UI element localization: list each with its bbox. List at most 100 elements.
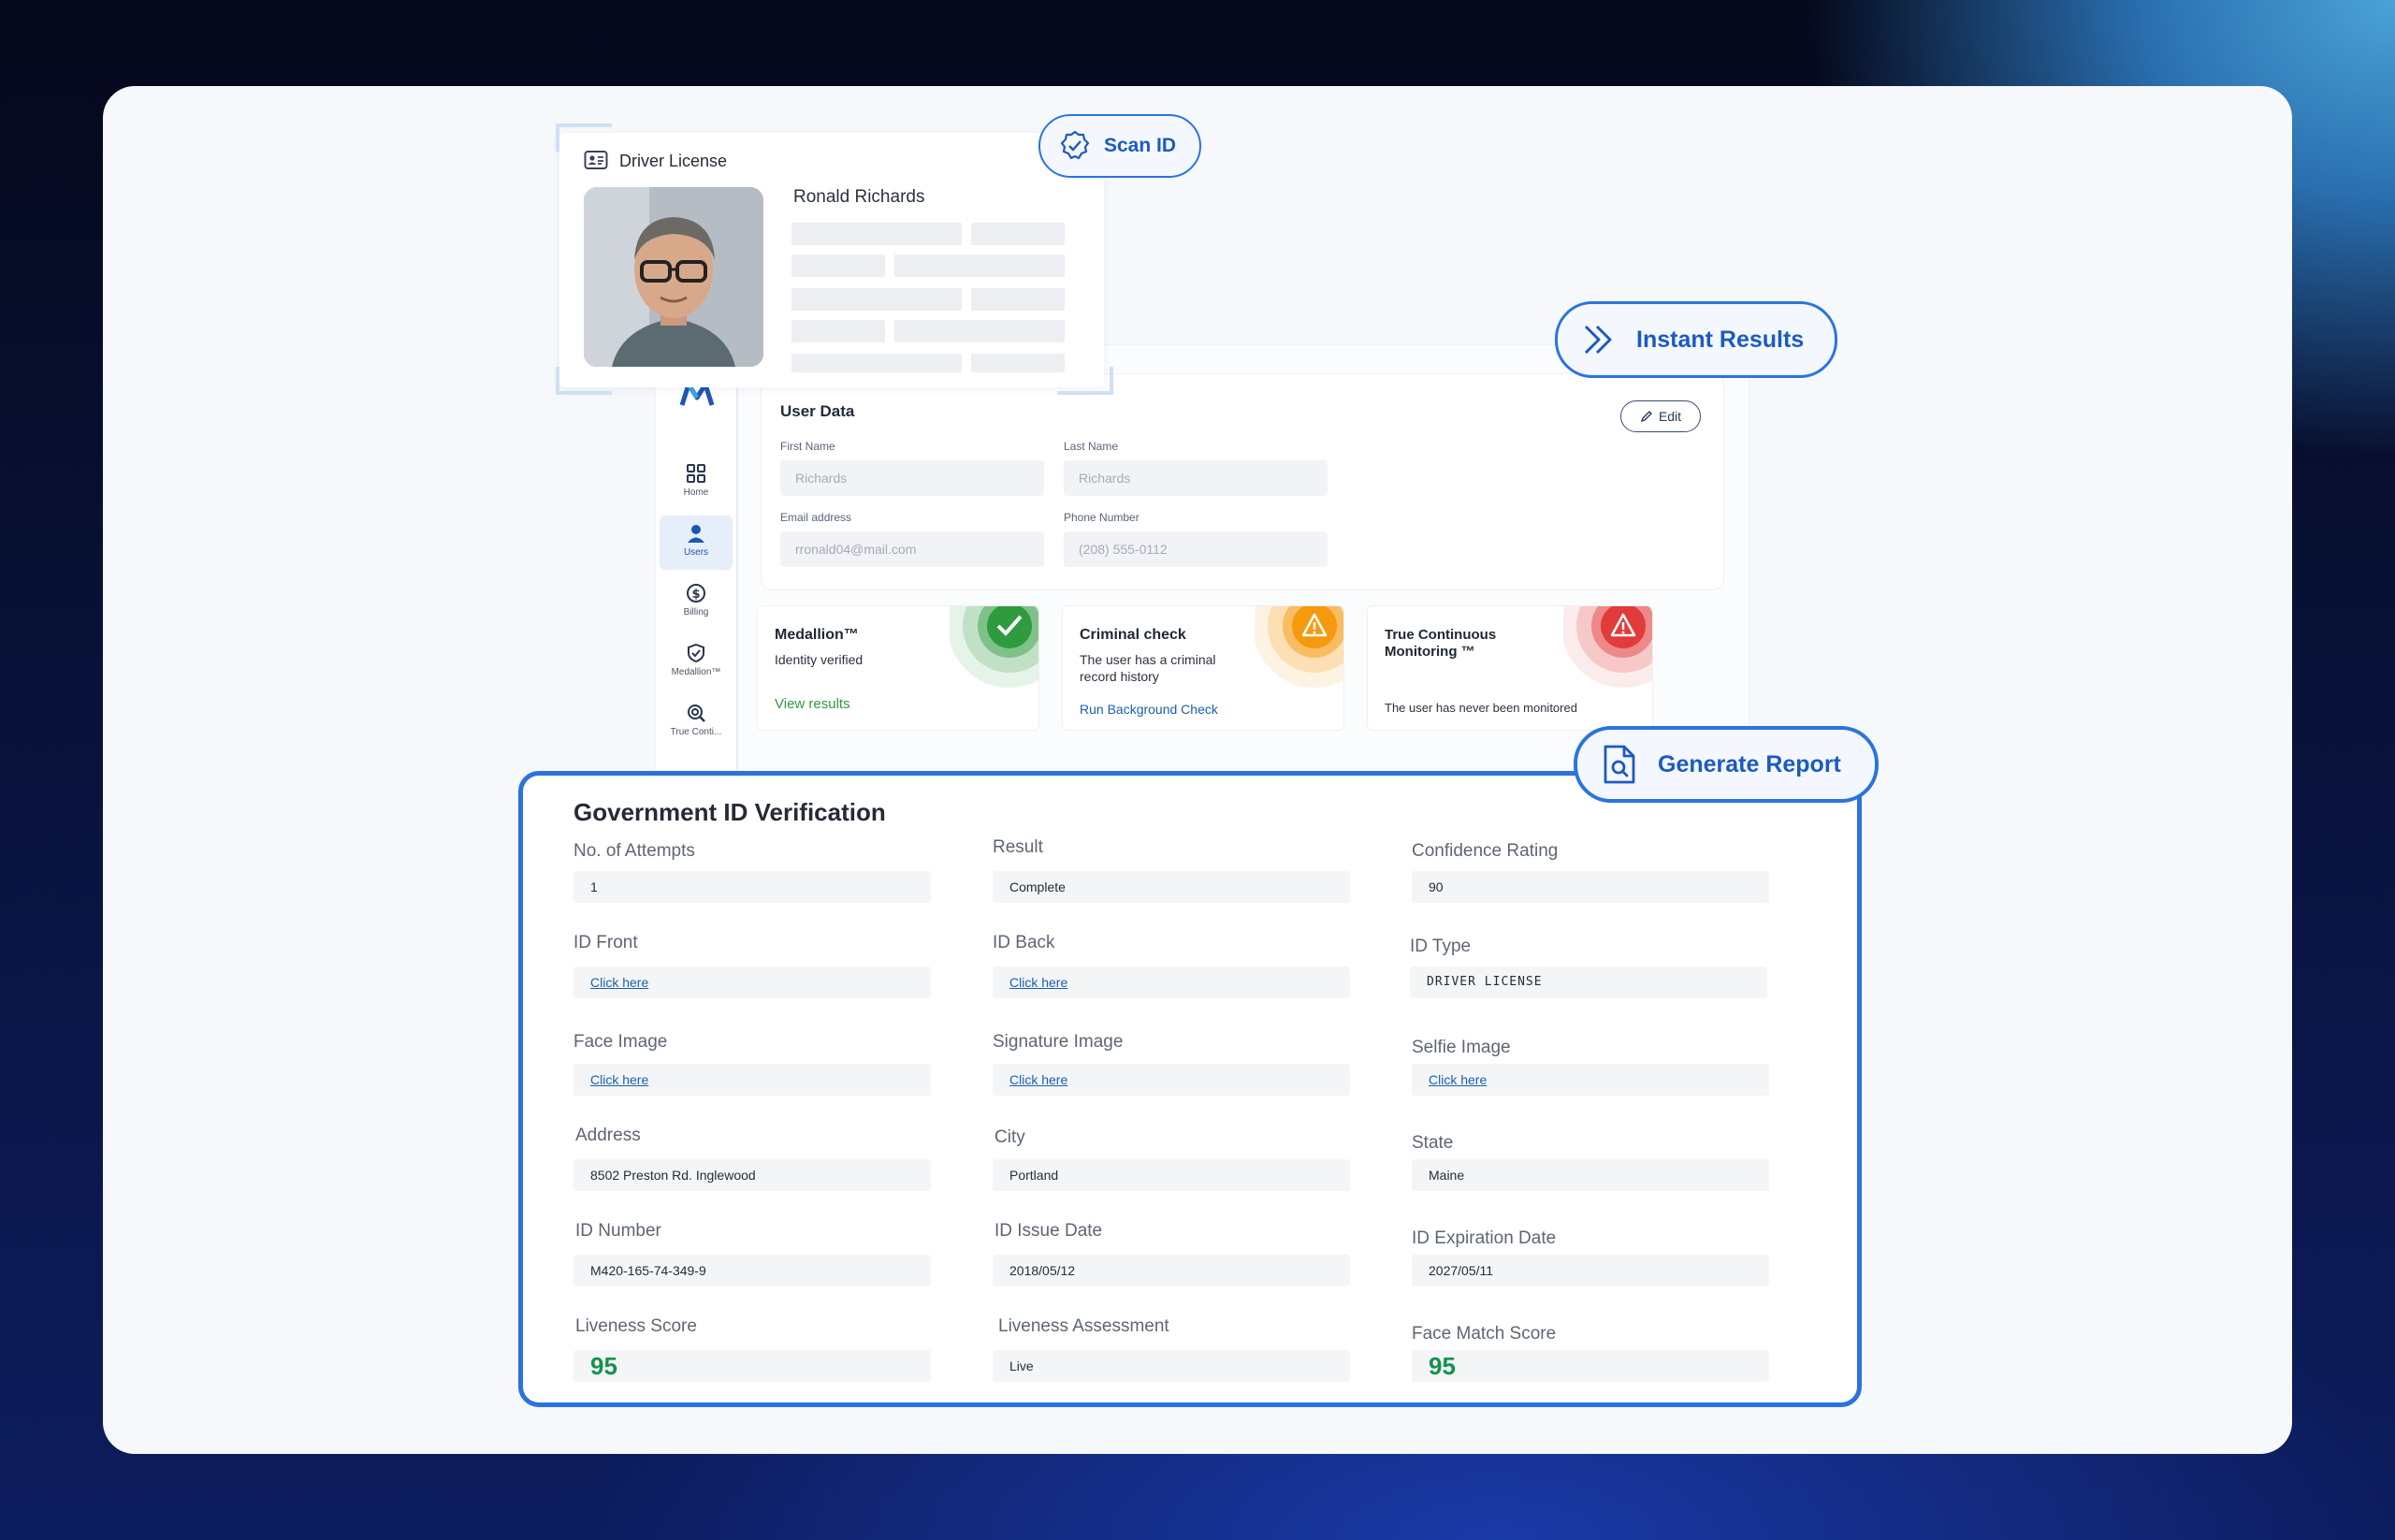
frame-corner: [1057, 367, 1113, 395]
pencil-icon: [1640, 411, 1652, 423]
sidebar-item-monitoring[interactable]: True Conti...: [660, 695, 733, 749]
result-label: Result: [993, 837, 1043, 857]
warning-burst-icon: [1563, 606, 1652, 688]
placeholder-bar: [791, 354, 962, 372]
monitoring-card: True Continuous Monitoring ™ The user ha…: [1367, 605, 1653, 731]
panel-title: Government ID Verification: [573, 798, 886, 826]
signature-image-field: Click here: [993, 1064, 1350, 1096]
id-front-field: Click here: [573, 966, 931, 998]
medallion-card: Medallion™ Identity verified View result…: [757, 605, 1039, 731]
sidebar-item-label: Home: [683, 487, 709, 498]
id-card-icon: [584, 151, 608, 169]
id-type-label: ID Type: [1410, 937, 1472, 956]
sidebar-item-label: Users: [683, 547, 709, 558]
sidebar-item-label: True Conti...: [670, 727, 722, 737]
run-background-check-link[interactable]: Run Background Check: [1080, 702, 1218, 717]
face-match-value: 95: [1412, 1350, 1769, 1382]
face-image-link[interactable]: Click here: [590, 1072, 648, 1087]
edit-label: Edit: [1658, 409, 1682, 424]
placeholder-bar: [791, 320, 885, 342]
placeholder-bar: [791, 254, 885, 277]
issue-date-value: 2018/05/12: [993, 1255, 1350, 1286]
warning-burst-icon: [1255, 606, 1343, 688]
document-search-icon: [1604, 745, 1635, 784]
app-panel: Home Users $ Billing Medallion™ True Con…: [655, 344, 1749, 780]
confidence-label: Confidence Rating: [1412, 841, 1559, 861]
user-data-title: User Data: [780, 402, 855, 420]
criminal-check-title: Criminal check: [1080, 627, 1186, 643]
city-label: City: [994, 1127, 1025, 1147]
issue-date-label: ID Issue Date: [994, 1221, 1103, 1241]
state-label: State: [1412, 1133, 1454, 1153]
dollar-icon: $: [687, 584, 705, 603]
email-field[interactable]: rronald04@mail.com: [780, 531, 1044, 567]
svg-text:$: $: [691, 588, 700, 602]
medallion-title: Medallion™: [775, 627, 859, 643]
check-burst-icon: [950, 606, 1038, 688]
sidebar-item-label: Billing: [683, 607, 709, 617]
user-data-card: User Data Edit First Name Richards Last …: [761, 373, 1724, 590]
scan-id-button[interactable]: Scan ID: [1038, 114, 1201, 178]
placeholder-bar: [791, 288, 962, 311]
result-value: Complete: [993, 871, 1350, 903]
placeholder-bar: [894, 320, 1065, 342]
sidebar-item-billing[interactable]: $ Billing: [660, 575, 733, 630]
sidebar-item-label: Medallion™: [671, 667, 721, 677]
driver-license-card: Driver License Ronald Richards: [556, 123, 1113, 395]
liveness-score-value: 95: [573, 1350, 931, 1382]
selfie-image-field: Click here: [1412, 1064, 1769, 1096]
medallion-desc: Identity verified: [775, 652, 864, 667]
frame-corner: [556, 123, 612, 152]
instant-results-button[interactable]: Instant Results: [1555, 301, 1837, 378]
generate-report-label: Generate Report: [1658, 750, 1841, 777]
badge-check-icon: [1060, 130, 1090, 160]
monitoring-desc: The user has never been monitored: [1385, 701, 1577, 715]
face-image-label: Face Image: [573, 1032, 668, 1052]
shield-check-icon: [688, 643, 704, 663]
attempts-label: No. of Attempts: [573, 841, 695, 861]
signature-image-label: Signature Image: [993, 1032, 1124, 1052]
state-value: Maine: [1412, 1159, 1769, 1191]
search-icon: [688, 705, 705, 722]
sidebar-item-home[interactable]: Home: [660, 456, 733, 510]
placeholder-bar: [791, 223, 962, 245]
first-name-field[interactable]: Richards: [780, 460, 1044, 496]
id-front-label: ID Front: [573, 933, 638, 952]
first-name-label: First Name: [780, 440, 835, 453]
expiration-date-value: 2027/05/11: [1412, 1255, 1769, 1286]
address-label: Address: [575, 1126, 641, 1145]
frame-corner: [556, 367, 612, 395]
monitoring-title: True Continuous Monitoring ™: [1385, 627, 1497, 660]
last-name-label: Last Name: [1064, 440, 1119, 453]
email-label: Email address: [780, 511, 852, 524]
id-photo: [584, 187, 763, 367]
phone-field[interactable]: (208) 555-0112: [1064, 531, 1328, 567]
license-holder-name: Ronald Richards: [793, 187, 925, 207]
sidebar-item-medallion[interactable]: Medallion™: [660, 635, 733, 690]
liveness-score-label: Liveness Score: [575, 1316, 697, 1336]
id-back-link[interactable]: Click here: [1009, 975, 1067, 990]
address-value: 8502 Preston Rd. Inglewood: [573, 1159, 931, 1191]
generate-report-button[interactable]: Generate Report: [1574, 726, 1879, 803]
portrait-image: [584, 187, 763, 367]
placeholder-bar: [894, 254, 1065, 277]
signature-image-link[interactable]: Click here: [1009, 1072, 1067, 1087]
scan-id-label: Scan ID: [1104, 135, 1177, 156]
id-number-value: M420-165-74-349-9: [573, 1255, 931, 1286]
last-name-field[interactable]: Richards: [1064, 460, 1328, 496]
sidebar-item-users[interactable]: Users: [660, 516, 733, 570]
selfie-image-link[interactable]: Click here: [1429, 1072, 1487, 1087]
driver-license-title: Driver License: [619, 152, 728, 170]
selfie-image-label: Selfie Image: [1412, 1038, 1511, 1057]
grid-icon: [687, 464, 705, 483]
edit-button[interactable]: Edit: [1620, 400, 1701, 432]
id-front-link[interactable]: Click here: [590, 975, 648, 990]
id-back-field: Click here: [993, 966, 1350, 998]
id-type-value: DRIVER LICENSE: [1410, 966, 1767, 998]
placeholder-bar: [971, 223, 1065, 245]
placeholder-bar: [971, 288, 1065, 311]
liveness-assessment-label: Liveness Assessment: [998, 1316, 1169, 1336]
instant-results-label: Instant Results: [1636, 326, 1805, 353]
view-results-link[interactable]: View results: [775, 696, 850, 712]
phone-label: Phone Number: [1064, 511, 1139, 524]
